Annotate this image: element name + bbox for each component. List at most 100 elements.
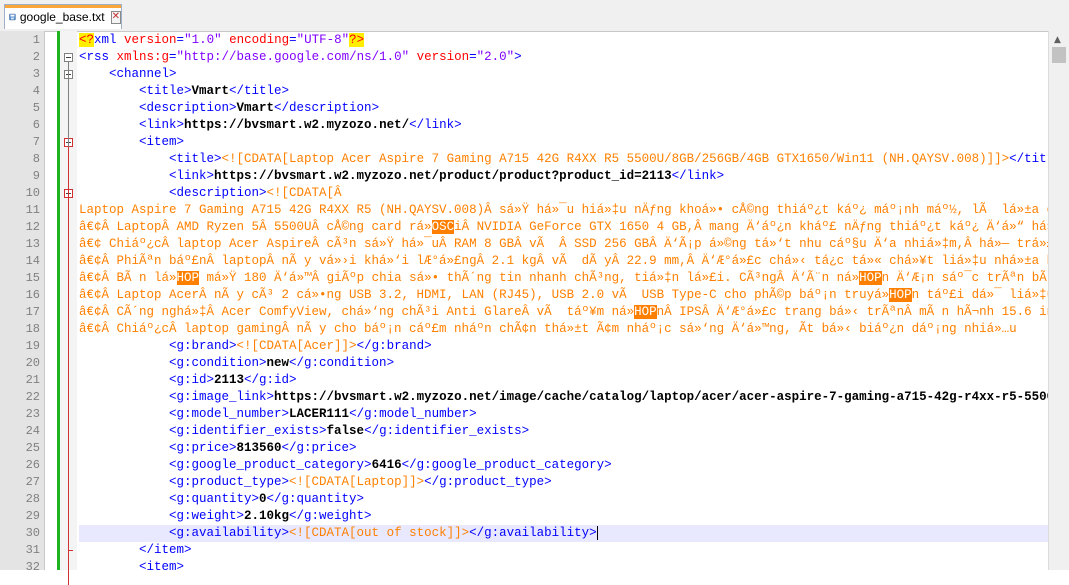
scrollbar-thumb[interactable] (1052, 47, 1066, 63)
code-line[interactable]: </item> (79, 542, 192, 559)
fold-toggle-icon[interactable] (64, 53, 73, 62)
code-token: <g:google_product_category> (79, 458, 372, 472)
code-token: n táº£i dá»¯ liá»‡u (911, 288, 1048, 302)
code-line[interactable]: <item> (79, 134, 184, 151)
code-token: <![CDATA[Laptop Acer Aspire 7 Gaming A71… (221, 152, 1010, 166)
code-line[interactable]: <g:image_link>https://bvsmart.w2.myzozo.… (79, 389, 1048, 406)
code-line[interactable]: <rss xmlns:g="http://base.google.com/ns/… (79, 49, 522, 66)
code-token: <g:price> (79, 441, 237, 455)
code-token: </g:price> (281, 441, 357, 455)
code-line[interactable]: <g:product_type><![CDATA[Laptop]]></g:pr… (79, 474, 552, 491)
close-tab-icon[interactable]: ✕ (110, 10, 121, 24)
code-line[interactable]: <g:weight>2.10kg</g:weight> (79, 508, 372, 525)
code-token: â€¢Â Laptop AcerÂ nÃ y cÃ³ 2 cá»•ng USB … (79, 288, 890, 302)
code-line[interactable]: <g:quantity>0</g:quantity> (79, 491, 364, 508)
code-line[interactable]: â€¢Â PhiÃªn báº£nÂ laptopÂ nÃ y vá»›i kh… (79, 253, 1048, 270)
code-token: </g:condition> (289, 356, 395, 370)
line-number: 16 (25, 288, 40, 302)
code-token: > (514, 50, 522, 64)
code-token: â€¢ Chiáº¿cÂ laptop Acer AspireÂ cÃ³n sá… (79, 237, 1048, 251)
code-line[interactable]: â€¢Â BÃ n lá»HOP má»Ÿ 180 Ä‘á»™Â giÃºp c… (79, 270, 1048, 287)
code-line[interactable]: â€¢Â Laptop AcerÂ nÃ y cÃ³ 2 cá»•ng USB … (79, 287, 1048, 304)
code-token: Vmart (191, 84, 230, 98)
tab-google-base[interactable]: google_base.txt ✕ (4, 4, 122, 29)
tab-filename: google_base.txt (19, 10, 105, 24)
line-number: 12 (25, 220, 40, 234)
code-line[interactable]: <g:model_number>LACER111</g:model_number… (79, 406, 477, 423)
code-token: </g:id> (244, 373, 297, 387)
code-token: </g:identifier_exists> (364, 424, 530, 438)
smart-highlight: HOP (889, 288, 912, 302)
code-token: â€¢Â LaptopÂ AMD Ryzen 5Â 5500UÂ cÅ©ng c… (79, 220, 432, 234)
smart-highlight: HOP (634, 305, 657, 319)
code-line[interactable]: <g:identifier_exists>false</g:identifier… (79, 423, 529, 440)
code-line[interactable]: <?xml version="1.0" encoding="UTF-8"?> (79, 32, 365, 49)
line-number: 32 (25, 560, 40, 574)
code-line[interactable]: <g:price>813560</g:price> (79, 440, 357, 457)
line-number: 18 (25, 322, 40, 336)
code-area[interactable]: <?xml version="1.0" encoding="UTF-8"?> <r… (79, 31, 1048, 570)
code-line[interactable]: <link>https://bvsmart.w2.myzozo.net/</li… (79, 117, 462, 134)
code-token: <description> (79, 101, 237, 115)
code-token: 2.10kg (244, 509, 290, 523)
file-icon (9, 13, 16, 21)
code-token: <g:quantity> (79, 492, 260, 506)
code-token: </g:quantity> (266, 492, 365, 506)
code-token: </title> (1009, 152, 1048, 166)
line-number: 7 (32, 135, 40, 149)
code-token: </g:model_number> (349, 407, 477, 421)
code-token: â€¢Â BÃ n lá» (79, 271, 177, 285)
code-line[interactable]: <link>https://bvsmart.w2.myzozo.net/prod… (79, 168, 724, 185)
code-line[interactable]: â€¢Â LaptopÂ AMD Ryzen 5Â 5500UÂ cÅ©ng c… (79, 219, 1048, 236)
line-number: 3 (32, 67, 40, 81)
code-line[interactable]: <g:brand><![CDATA[Acer]]></g:brand> (79, 338, 432, 355)
code-token: <title> (79, 152, 222, 166)
code-token: LACER111 (289, 407, 350, 421)
code-token: 6416 (371, 458, 402, 472)
line-number: 4 (32, 84, 40, 98)
line-number: 28 (25, 492, 40, 506)
code-line[interactable]: <description><![CDATA[Â (79, 185, 342, 202)
code-token: <rss (79, 50, 117, 64)
code-line[interactable]: <description>Vmart</description> (79, 100, 379, 117)
code-token: "2.0" (476, 50, 515, 64)
code-line[interactable]: â€¢Â CÃ´ng nghá»‡Â Acer ComfyView, chá»‘… (79, 304, 1048, 321)
editor[interactable]: 1 2 3 4 5 6 7 8 9 10 11 12 13 14 15 16 17 18 19 20 21 22 23 24 2… (0, 31, 1069, 585)
code-line[interactable]: <g:availability><![CDATA[out of stock]]>… (79, 525, 598, 542)
code-token: <g:model_number> (79, 407, 290, 421)
code-token: <g:product_type> (79, 475, 290, 489)
code-line[interactable]: <g:condition>new</g:condition> (79, 355, 394, 372)
code-token: = (469, 50, 477, 64)
code-line[interactable]: Laptop Aspire 7 Gaming A715 42G R4XX R5 … (79, 202, 1048, 219)
fold-line (68, 147, 69, 585)
code-line[interactable]: <title>Vmart</title> (79, 83, 289, 100)
code-line[interactable]: <g:google_product_category>6416</g:googl… (79, 457, 612, 474)
code-line[interactable]: <g:id>2113</g:id> (79, 372, 297, 389)
scroll-up-icon[interactable]: ▲ (1054, 35, 1061, 45)
code-token: <g:image_link> (79, 390, 275, 404)
code-token: </g:brand> (356, 339, 432, 353)
line-number: 24 (25, 424, 40, 438)
code-token: <title> (79, 84, 192, 98)
line-number: 23 (25, 407, 40, 421)
code-line[interactable]: â€¢ Chiáº¿cÂ laptop Acer AspireÂ cÃ³n sá… (79, 236, 1048, 253)
code-token: ?> (349, 33, 365, 47)
code-token: <g:id> (79, 373, 215, 387)
code-line[interactable]: <title><![CDATA[Laptop Acer Aspire 7 Gam… (79, 151, 1048, 168)
code-token: â€¢Â Chiáº¿cÂ laptop gamingÂ nÃ y cho bá… (79, 322, 1017, 336)
code-line[interactable]: <channel> (79, 66, 177, 83)
code-line[interactable]: <item> (79, 559, 184, 570)
code-token: <g:weight> (79, 509, 245, 523)
fold-end-marker (68, 550, 73, 551)
code-token: </g:weight> (289, 509, 372, 523)
code-token: xmlns:g (116, 50, 170, 64)
vertical-scrollbar[interactable]: ▲ (1048, 31, 1069, 570)
code-token: https://bvsmart.w2.myzozo.net/product/pr… (214, 169, 672, 183)
code-line[interactable]: â€¢Â Chiáº¿cÂ laptop gamingÂ nÃ y cho bá… (79, 321, 1017, 338)
code-token: = (169, 50, 177, 64)
code-token: Vmart (236, 101, 275, 115)
code-token: <g:identifier_exists> (79, 424, 327, 438)
code-token: </g:google_product_category> (401, 458, 612, 472)
